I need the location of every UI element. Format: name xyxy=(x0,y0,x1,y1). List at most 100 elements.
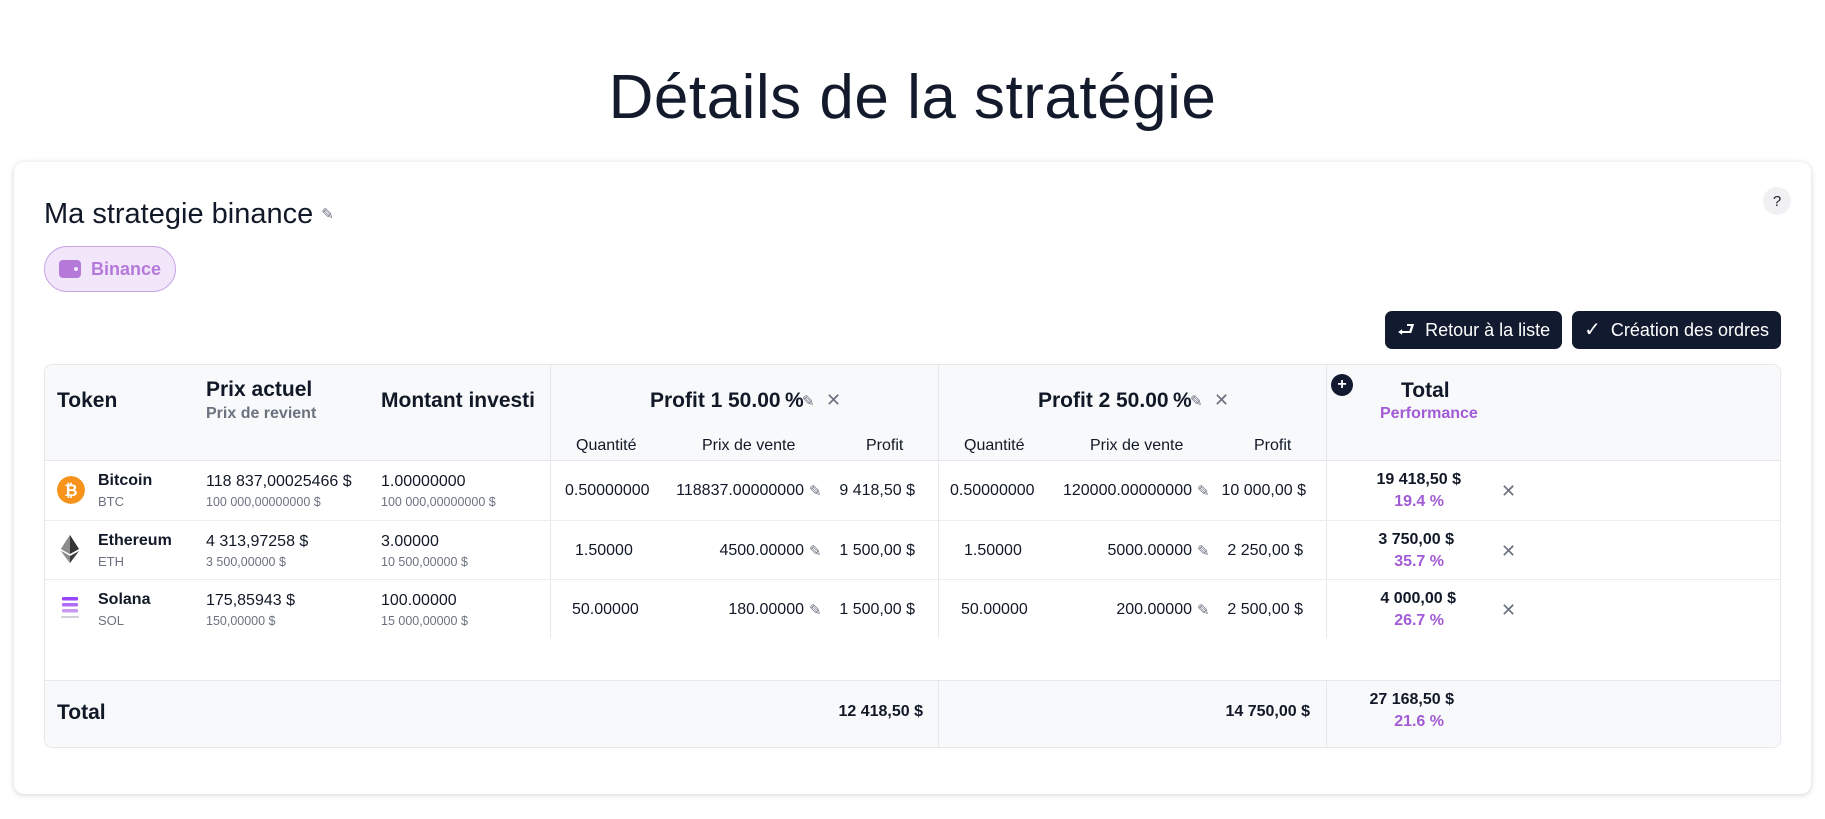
edit-p1-price-pencil-icon[interactable]: ✎ xyxy=(809,603,822,618)
back-to-list-button[interactable]: ⮐ Retour à la liste xyxy=(1385,311,1563,349)
p2-sell-price[interactable]: 120000.00000000 xyxy=(1063,482,1192,500)
divider xyxy=(1326,521,1327,579)
bitcoin-icon: ₿ xyxy=(57,476,85,504)
profit2-sub-profit: Profit xyxy=(1254,437,1292,454)
p2-sell-price[interactable]: 200.00000 xyxy=(1116,601,1192,619)
p1-profit: 9 418,50 $ xyxy=(839,482,915,499)
divider xyxy=(938,365,939,460)
quantity: 3.00000 xyxy=(381,533,439,550)
profit2-sub-price: Prix de vente xyxy=(1090,437,1184,454)
table-footer: Total 12 418,50 $ 14 750,00 $ 27 168,50 … xyxy=(45,680,1780,747)
quantity: 1.00000000 xyxy=(381,473,466,490)
remove-row-close-icon[interactable]: ✕ xyxy=(1501,541,1516,562)
svg-text:₿: ₿ xyxy=(64,481,77,500)
footer-total-label: Total xyxy=(57,701,106,724)
divider xyxy=(938,461,939,520)
quantity: 100.00000 xyxy=(381,592,457,609)
cost-price: 150,00000 $ xyxy=(206,614,276,628)
row-performance: 26.7 % xyxy=(1394,612,1444,629)
edit-name-pencil-icon[interactable]: ✎ xyxy=(321,207,334,222)
checkmark-icon: ✓ xyxy=(1584,319,1601,341)
create-orders-button[interactable]: ✓ Création des ordres xyxy=(1572,311,1781,349)
remove-row-close-icon[interactable]: ✕ xyxy=(1501,481,1516,502)
grand-total: 27 168,50 $ xyxy=(1369,691,1454,708)
divider xyxy=(550,365,551,460)
row-total: 19 418,50 $ xyxy=(1376,471,1461,488)
p2-profit: 2 250,00 $ xyxy=(1227,542,1303,559)
p2-profit: 2 500,00 $ xyxy=(1227,601,1303,618)
wallet-icon xyxy=(59,260,81,278)
divider xyxy=(550,580,551,638)
strategy-card: ? Ma strategie binance ✎ Binance ⮐ Retou… xyxy=(14,162,1811,794)
divider xyxy=(1326,681,1327,747)
ethereum-icon xyxy=(61,535,79,563)
p1-sell-price[interactable]: 180.00000 xyxy=(728,601,804,619)
current-price: 4 313,97258 $ xyxy=(206,533,309,550)
add-profit-button[interactable]: + xyxy=(1331,374,1353,396)
token-symbol: SOL xyxy=(98,613,125,628)
col-token: Token xyxy=(57,389,118,412)
col-invested: Montant investi xyxy=(381,389,536,412)
token-name: Bitcoin xyxy=(98,472,153,489)
p1-quantity: 50.00000 xyxy=(572,601,639,618)
remove-profit2-close-icon[interactable]: ✕ xyxy=(1214,390,1229,411)
edit-p2-price-pencil-icon[interactable]: ✎ xyxy=(1197,484,1210,499)
edit-p2-price-pencil-icon[interactable]: ✎ xyxy=(1197,603,1210,618)
table-header: Token Prix actuel Prix de revient Montan… xyxy=(45,365,1780,461)
token-name: Ethereum xyxy=(98,532,172,549)
strategy-name: Ma strategie binance ✎ xyxy=(44,198,334,231)
divider xyxy=(938,521,939,579)
divider xyxy=(938,580,939,638)
page-title: Détails de la stratégie xyxy=(608,63,1217,132)
p1-sell-price[interactable]: 118837.00000000 xyxy=(676,482,804,500)
remove-row-close-icon[interactable]: ✕ xyxy=(1501,600,1516,621)
profit1-sub-profit: Profit xyxy=(866,437,904,454)
p1-quantity: 1.50000 xyxy=(575,542,633,559)
edit-p1-price-pencil-icon[interactable]: ✎ xyxy=(809,544,822,559)
row-total: 3 750,00 $ xyxy=(1378,531,1454,548)
action-buttons: ⮐ Retour à la liste ✓ Création des ordre… xyxy=(1385,311,1781,349)
col-price: Prix actuel xyxy=(206,378,313,401)
token-symbol: BTC xyxy=(98,494,124,509)
divider xyxy=(1326,365,1327,460)
col-total-sub: Performance xyxy=(1380,405,1478,422)
divider xyxy=(938,681,939,747)
table-row: Ethereum ETH 4 313,97258 $ 3 500,00000 $… xyxy=(45,520,1780,579)
exchange-badge-label: Binance xyxy=(91,258,162,279)
p1-quantity: 0.50000000 xyxy=(565,482,650,499)
edit-p2-price-pencil-icon[interactable]: ✎ xyxy=(1197,544,1210,559)
edit-profit1-pencil-icon[interactable]: ✎ xyxy=(802,394,815,409)
token-symbol: ETH xyxy=(98,554,124,569)
exchange-badge: Binance xyxy=(44,246,177,292)
row-total: 4 000,00 $ xyxy=(1380,590,1456,607)
invested-amount: 15 000,00000 $ xyxy=(381,614,468,628)
edit-profit2-pencil-icon[interactable]: ✎ xyxy=(1190,394,1203,409)
profit2-percent-unit: % xyxy=(1173,389,1192,412)
profit1-total: 12 418,50 $ xyxy=(838,703,923,720)
return-arrow-icon: ⮐ xyxy=(1397,319,1416,341)
profit2-percent: 50.00 xyxy=(1116,389,1169,412)
cost-price: 3 500,00000 $ xyxy=(206,555,286,569)
table-row: ₿ Bitcoin BTC 118 837,00025466 $ 100 000… xyxy=(45,461,1780,520)
remove-profit1-close-icon[interactable]: ✕ xyxy=(826,390,841,411)
cost-price: 100 000,00000000 $ xyxy=(206,495,321,509)
p2-quantity: 1.50000 xyxy=(964,542,1022,559)
grand-performance: 21.6 % xyxy=(1394,713,1444,730)
profit1-sub-price: Prix de vente xyxy=(702,437,796,454)
col-price-sub: Prix de revient xyxy=(206,405,317,422)
solana-icon xyxy=(61,597,79,618)
current-price: 175,85943 $ xyxy=(206,592,295,609)
p2-profit: 10 000,00 $ xyxy=(1221,482,1306,499)
token-name: Solana xyxy=(98,591,151,608)
p2-quantity: 50.00000 xyxy=(961,601,1028,618)
p2-sell-price[interactable]: 5000.00000 xyxy=(1107,542,1192,560)
help-button[interactable]: ? xyxy=(1763,187,1791,215)
row-performance: 19.4 % xyxy=(1394,493,1444,510)
strategy-table: Token Prix actuel Prix de revient Montan… xyxy=(44,364,1781,748)
edit-p1-price-pencil-icon[interactable]: ✎ xyxy=(809,484,822,499)
profit2-total: 14 750,00 $ xyxy=(1225,703,1310,720)
invested-amount: 100 000,00000000 $ xyxy=(381,495,496,509)
profit2-label: Profit 2 xyxy=(1038,389,1111,412)
invested-amount: 10 500,00000 $ xyxy=(381,555,468,569)
p1-sell-price[interactable]: 4500.00000 xyxy=(719,542,804,560)
